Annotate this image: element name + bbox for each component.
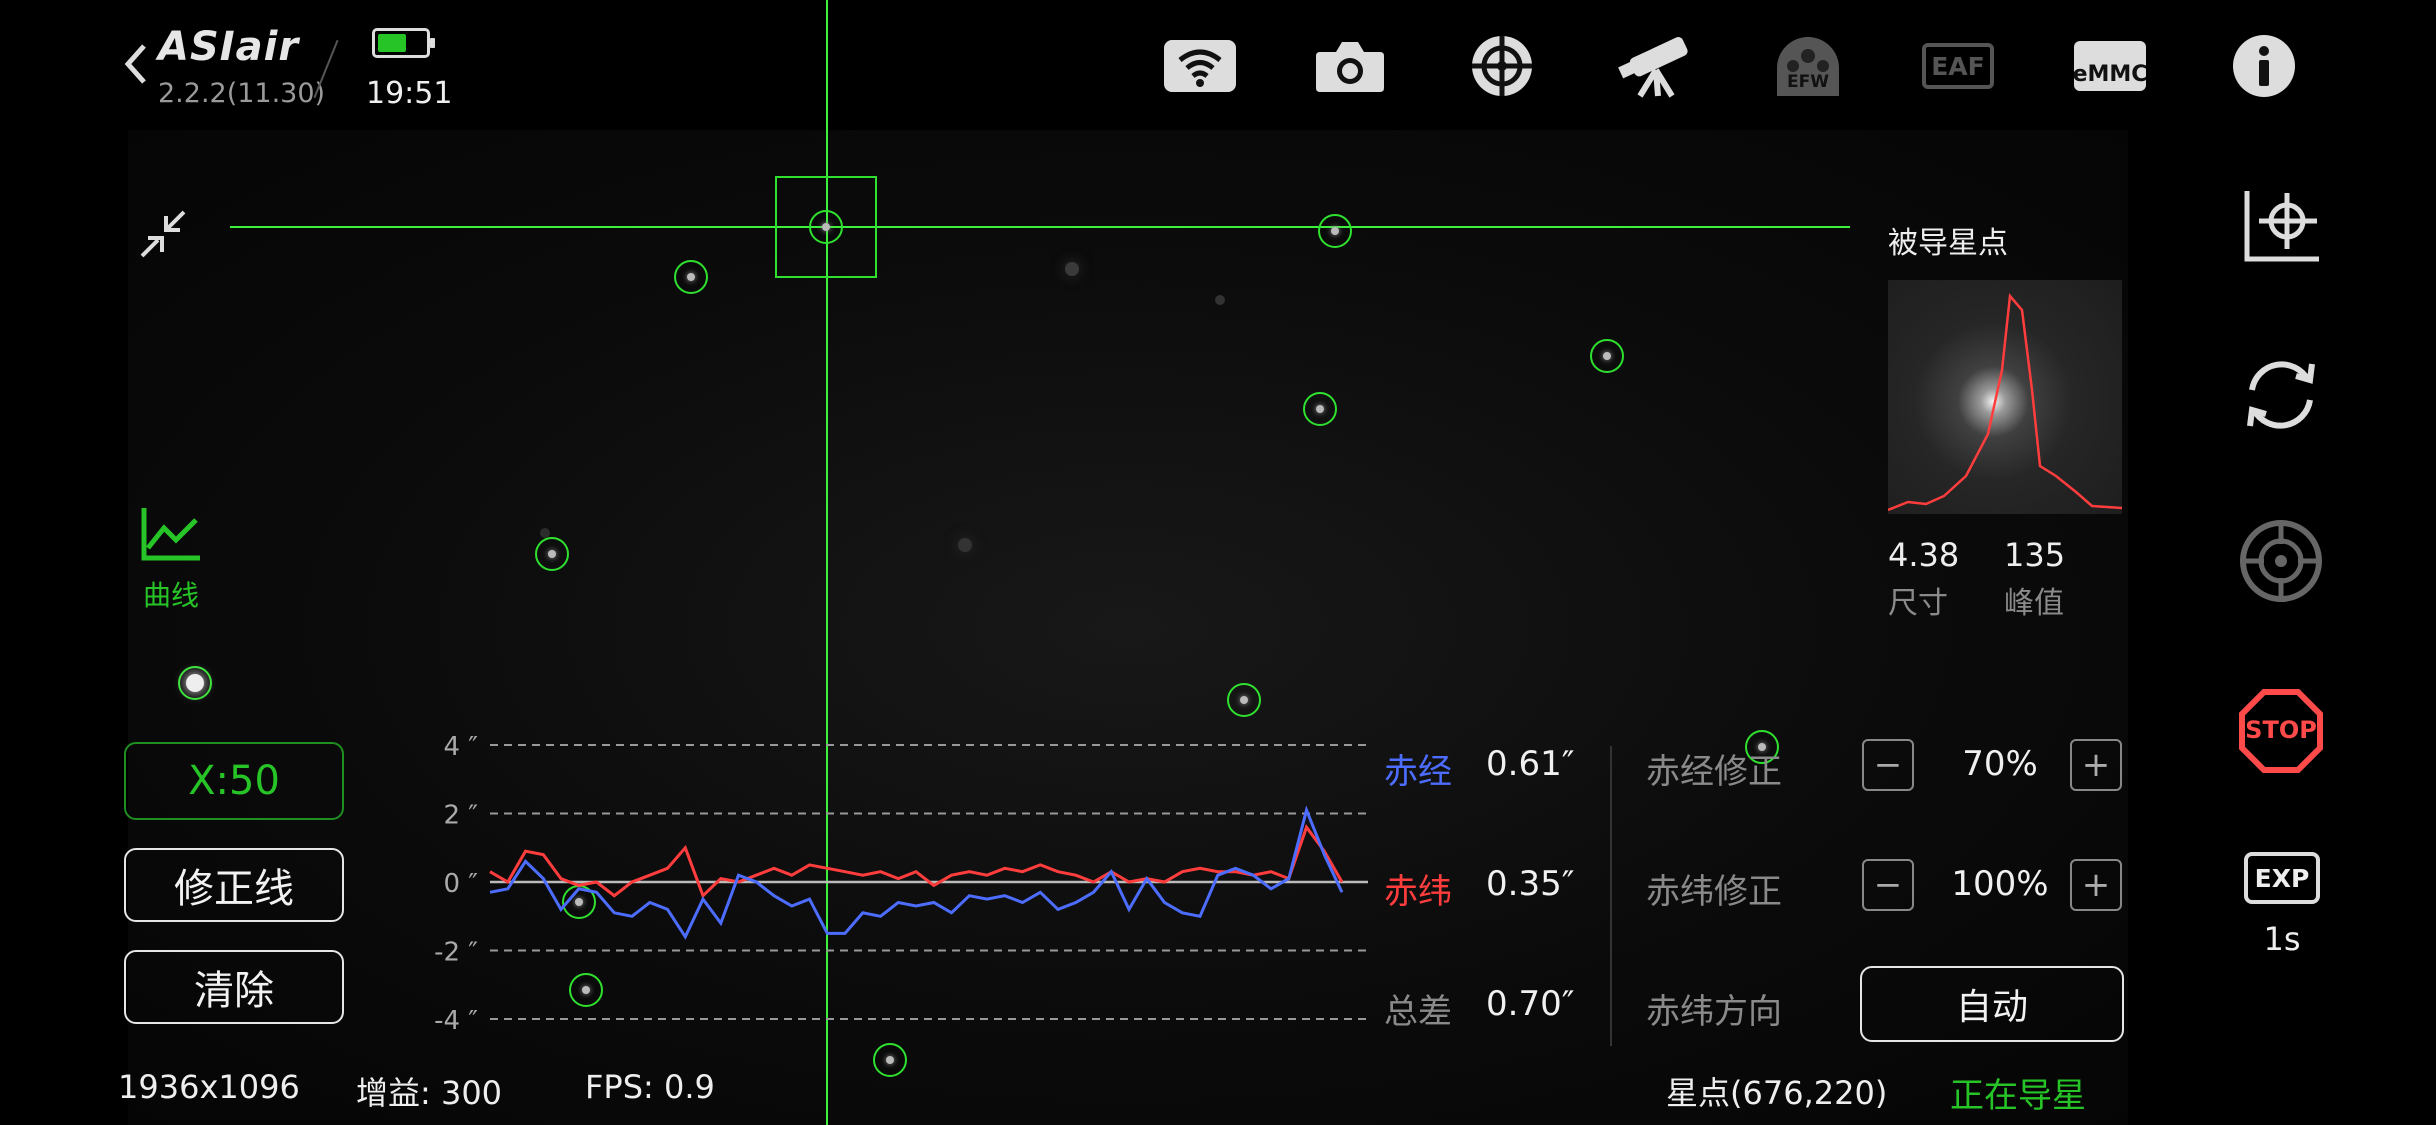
guide-button[interactable]: [1464, 32, 1540, 100]
star-marker[interactable]: [1318, 214, 1352, 248]
star-marker[interactable]: [873, 1043, 907, 1077]
ra-correction-label: 赤经修正: [1646, 752, 1782, 792]
y-tick-label: -4 ″: [434, 1006, 478, 1036]
star-peak-label: 峰值: [2004, 586, 2064, 621]
star-marker[interactable]: [1303, 392, 1337, 426]
wifi-icon: [1164, 40, 1236, 92]
faint-star: [1065, 262, 1079, 276]
calibrate-button[interactable]: [2236, 180, 2326, 270]
y-tick-label: 4 ″: [443, 732, 478, 762]
exposure-value: 1s: [2263, 920, 2301, 958]
target-icon: [2240, 520, 2322, 602]
emmc-icon: eMMC: [2073, 41, 2147, 91]
crosshair-horizontal: [230, 226, 1850, 228]
gain: 增益: 300: [356, 1074, 503, 1112]
clock: 19:51: [366, 76, 453, 111]
guide-chart: 4 ″ 2 ″ 0 ″ -2 ″ -4 ″: [434, 732, 1368, 1036]
faint-star: [958, 538, 972, 552]
star-marker[interactable]: [1227, 683, 1261, 717]
stop-icon: STOP: [2238, 688, 2324, 774]
ra-correction-value: 70%: [1962, 744, 2038, 784]
camera-button[interactable]: [1312, 32, 1388, 100]
star-marker[interactable]: [1590, 339, 1624, 373]
telescope-icon: [1618, 37, 1688, 98]
star-peak-value: 135: [2004, 536, 2066, 574]
camera-icon: [1316, 42, 1384, 92]
clear-button[interactable]: 清除: [124, 950, 344, 1024]
dec-correction-minus[interactable]: −: [1862, 859, 1914, 911]
guide-star-title: 被导星点: [1888, 226, 2008, 261]
divider: [313, 39, 339, 99]
dec-correction-plus[interactable]: +: [2070, 859, 2122, 911]
refresh-icon: [2247, 361, 2315, 429]
app-logo: ASIair: [158, 24, 300, 70]
target-button[interactable]: [2236, 516, 2326, 606]
total-label: 总差: [1384, 992, 1452, 1032]
dec-direction-label: 赤纬方向: [1646, 992, 1782, 1032]
faint-star: [1215, 295, 1225, 305]
curve-label: 曲线: [142, 579, 199, 612]
app-version: 2.2.2(11.30): [158, 78, 326, 109]
star-profile: [1888, 292, 2122, 512]
guide-icon: [1472, 36, 1532, 96]
collapse-icon: [140, 210, 186, 258]
info-icon: [2233, 35, 2295, 97]
correction-lines-button[interactable]: 修正线: [124, 848, 344, 922]
total-value: 0.70″: [1486, 984, 1575, 1024]
exposure-button[interactable]: EXP: [2244, 852, 2320, 904]
stop-button[interactable]: STOP: [2236, 686, 2326, 776]
star-marker[interactable]: [178, 666, 212, 700]
star-marker[interactable]: [535, 537, 569, 571]
dec-value: 0.35″: [1486, 864, 1575, 904]
y-tick-label: 0 ″: [443, 869, 478, 899]
y-tick-label: -2 ″: [434, 938, 478, 968]
star-marker[interactable]: [674, 260, 708, 294]
info-button[interactable]: [2226, 32, 2302, 100]
guide-star-preview: [1888, 280, 2122, 514]
collapse-button[interactable]: [136, 206, 192, 266]
y-tick-label: 2 ″: [443, 801, 478, 831]
fps: FPS: 0.9: [585, 1068, 715, 1106]
eaf-button[interactable]: EAF: [1920, 32, 1996, 100]
battery-icon: [372, 28, 435, 58]
star-size-value: 4.38: [1888, 536, 1960, 574]
ra-correction-minus[interactable]: −: [1862, 739, 1914, 791]
divider: [1610, 746, 1612, 1046]
telescope-button[interactable]: [1616, 32, 1692, 100]
eaf-icon: EAF: [1922, 43, 1994, 89]
star-marker[interactable]: [809, 210, 843, 244]
emmc-button[interactable]: eMMC: [2072, 32, 2148, 100]
star-size-label: 尺寸: [1888, 586, 1948, 621]
dec-direction-select[interactable]: 自动: [1860, 966, 2124, 1042]
star-position: 星点(676,220): [1666, 1074, 1888, 1112]
calibrate-icon: [2244, 191, 2319, 262]
guiding-status: 正在导星: [1950, 1076, 2086, 1116]
curve-toggle[interactable]: 曲线: [136, 504, 206, 614]
back-button[interactable]: [120, 40, 150, 92]
efw-icon: EFW: [1773, 34, 1843, 98]
ra-label: 赤经: [1384, 752, 1452, 792]
ra-correction-plus[interactable]: +: [2070, 739, 2122, 791]
dec-label: 赤纬: [1384, 872, 1452, 912]
dec-correction-label: 赤纬修正: [1646, 872, 1782, 912]
loop-button[interactable]: [2236, 350, 2326, 440]
dec-correction-value: 100%: [1951, 864, 2049, 904]
chevron-left-icon: [124, 44, 146, 84]
resolution: 1936x1096: [118, 1068, 300, 1106]
efw-button[interactable]: EFW: [1770, 32, 1846, 100]
chart-line-icon: [141, 508, 200, 561]
x-scale-button[interactable]: X:50: [124, 742, 344, 820]
wifi-button[interactable]: [1162, 32, 1238, 100]
ra-value: 0.61″: [1486, 744, 1575, 784]
